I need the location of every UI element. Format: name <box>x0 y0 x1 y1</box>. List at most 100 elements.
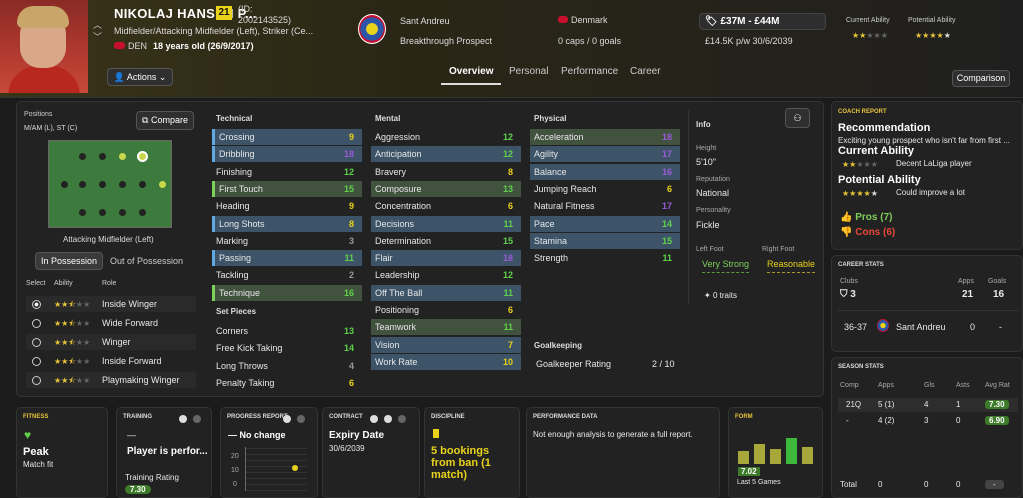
setpiece-attr-row[interactable]: Free Kick Taking 14 <box>212 340 362 356</box>
setpiece-attr-row[interactable]: Penalty Taking 6 <box>212 375 362 391</box>
technical-attr-row[interactable]: Marking 3 <box>212 233 362 249</box>
form-bar[interactable] <box>802 447 813 464</box>
role-name: Inside Winger <box>102 299 158 309</box>
role-radio[interactable] <box>32 319 41 328</box>
physical-attr-row[interactable]: Stamina 15 <box>530 232 680 249</box>
technical-attr-row[interactable]: Dribbling 18 <box>212 146 362 163</box>
tab-overview[interactable]: Overview <box>441 66 502 85</box>
toggle-dot-on[interactable] <box>283 415 291 423</box>
role-row[interactable]: ★★⯪★★ Inside Forward <box>26 353 196 369</box>
mental-attr-row[interactable]: Anticipation 12 <box>371 146 521 163</box>
technical-attr-row[interactable]: Tackling 2 <box>212 267 362 283</box>
role-row[interactable]: ★★⯪★★ Playmaking Winger <box>26 372 196 388</box>
toggle-dot-on[interactable] <box>370 415 378 423</box>
toggle-dot-off[interactable] <box>297 415 305 423</box>
mental-attr-value: 10 <box>502 356 513 367</box>
career-club-name[interactable]: Sant Andreu <box>896 322 946 332</box>
technical-attr-value: 15 <box>343 183 354 194</box>
setpiece-attr-row[interactable]: Long Throws 4 <box>212 358 362 374</box>
technical-attr-row[interactable]: Technique 16 <box>212 284 362 301</box>
role-name: Inside Forward <box>102 356 162 366</box>
mental-attr-row[interactable]: Off The Ball 11 <box>371 284 521 301</box>
physical-attr-row[interactable]: Pace 14 <box>530 215 680 232</box>
role-name: Playmaking Winger <box>102 375 180 385</box>
role-row[interactable]: ★★⯪★★ Winger <box>26 334 196 350</box>
traits[interactable]: ✦ 0 traits <box>704 291 737 300</box>
toggle-dot-off[interactable] <box>398 415 406 423</box>
mental-attr-row[interactable]: Teamwork 11 <box>371 319 521 336</box>
technical-attr-name: Finishing <box>216 166 253 177</box>
tab-personal[interactable]: Personal <box>509 66 548 77</box>
role-radio[interactable] <box>32 376 41 385</box>
mental-attr-row[interactable]: Bravery 8 <box>371 164 521 180</box>
pers-label: Personality <box>696 207 731 214</box>
role-radio[interactable] <box>32 338 41 347</box>
role-row[interactable]: ★★⯪★★ Inside Winger <box>26 296 196 312</box>
form-bar[interactable] <box>738 451 749 464</box>
physical-attr-row[interactable]: Strength 11 <box>530 250 680 266</box>
form-bar[interactable] <box>786 438 797 464</box>
technical-attr-row[interactable]: Finishing 12 <box>212 164 362 180</box>
mental-attr-row[interactable]: Work Rate 10 <box>371 353 521 370</box>
physical-attr-row[interactable]: Natural Fitness 17 <box>530 198 680 214</box>
tab-career[interactable]: Career <box>630 66 661 77</box>
technical-attr-row[interactable]: Passing 11 <box>212 250 362 267</box>
mental-attr-row[interactable]: Composure 13 <box>371 180 521 197</box>
compare-button[interactable]: ⧉ Compare <box>136 111 194 130</box>
mental-attr-row[interactable]: Positioning 6 <box>371 302 521 318</box>
performance-card[interactable] <box>526 407 720 498</box>
toggle-dot-on[interactable] <box>384 415 392 423</box>
club-name[interactable]: Sant Andreu <box>400 16 450 26</box>
position-pitch[interactable] <box>48 140 172 228</box>
positions-value: M/AM (L), ST (C) <box>24 125 78 132</box>
technical-attr-value: 9 <box>348 132 354 142</box>
mental-attr-row[interactable]: Decisions 11 <box>371 215 521 232</box>
tab-performance[interactable]: Performance <box>561 66 618 77</box>
mental-attr-row[interactable]: Aggression 12 <box>371 129 521 145</box>
nation-name[interactable]: Denmark <box>571 15 608 25</box>
setpiece-attr-row[interactable]: Corners 13 <box>212 323 362 339</box>
mental-attr-row[interactable]: Determination 15 <box>371 233 521 249</box>
cons[interactable]: 👎 Cons (6) <box>840 227 895 238</box>
actions-button[interactable]: 👤 Actions ⌄ <box>107 68 173 86</box>
next-player-icon[interactable]: ﹀ <box>93 30 102 43</box>
role-row[interactable]: ★★⯪★★ Wide Forward <box>26 315 196 331</box>
pros[interactable]: 👍 Pros (7) <box>840 212 892 223</box>
discipline-title: DISCIPLINE <box>431 414 465 420</box>
mental-attr-row[interactable]: Flair 18 <box>371 250 521 267</box>
toggle-dot-off[interactable] <box>193 415 201 423</box>
season-cell: 5 (1) <box>878 400 895 409</box>
technical-attr-value: 11 <box>344 253 354 264</box>
role-radio[interactable] <box>32 300 41 309</box>
mental-attr-row[interactable]: Leadership 12 <box>371 267 521 283</box>
setpiece-attr-name: Long Throws <box>216 360 268 371</box>
out-possession-toggle[interactable]: Out of Possession <box>110 256 183 266</box>
physical-attr-row[interactable]: Jumping Reach 6 <box>530 181 680 197</box>
technical-title: Technical <box>216 114 253 123</box>
technical-attr-row[interactable]: Heading 9 <box>212 198 362 214</box>
dna-icon[interactable]: ⚇ <box>785 108 810 128</box>
technical-attr-row[interactable]: Crossing 9 <box>212 129 362 145</box>
progress-chart <box>245 447 307 491</box>
physical-attr-row[interactable]: Balance 16 <box>530 163 680 180</box>
physical-attr-row[interactable]: Agility 17 <box>530 146 680 163</box>
technical-attr-row[interactable]: First Touch 15 <box>212 180 362 197</box>
training-title: TRAINING <box>123 414 152 420</box>
mental-attr-value: 18 <box>502 253 513 264</box>
physical-attr-row[interactable]: Acceleration 18 <box>530 129 680 145</box>
toggle-dot-on[interactable] <box>179 415 187 423</box>
thumbs-up-icon: 👍 <box>840 212 856 223</box>
coach-pa-text: Could improve a lot <box>896 188 965 197</box>
mental-attr-row[interactable]: Concentration 6 <box>371 198 521 214</box>
form-bar[interactable] <box>770 449 781 464</box>
technical-attr-row[interactable]: Long Shots 8 <box>212 215 362 232</box>
value-range: 🏷 £37M - £44M <box>705 16 780 27</box>
mental-attr-row[interactable]: Vision 7 <box>371 336 521 353</box>
coach-ca-title: Current Ability <box>838 145 914 157</box>
role-radio[interactable] <box>32 357 41 366</box>
comparison-button[interactable]: Comparison <box>952 70 1010 87</box>
mental-attr-name: Composure <box>375 183 422 194</box>
in-possession-toggle[interactable]: In Possession <box>35 252 103 270</box>
form-bar[interactable] <box>754 444 765 464</box>
progress-title: PROGRESS REPORT <box>227 414 288 420</box>
